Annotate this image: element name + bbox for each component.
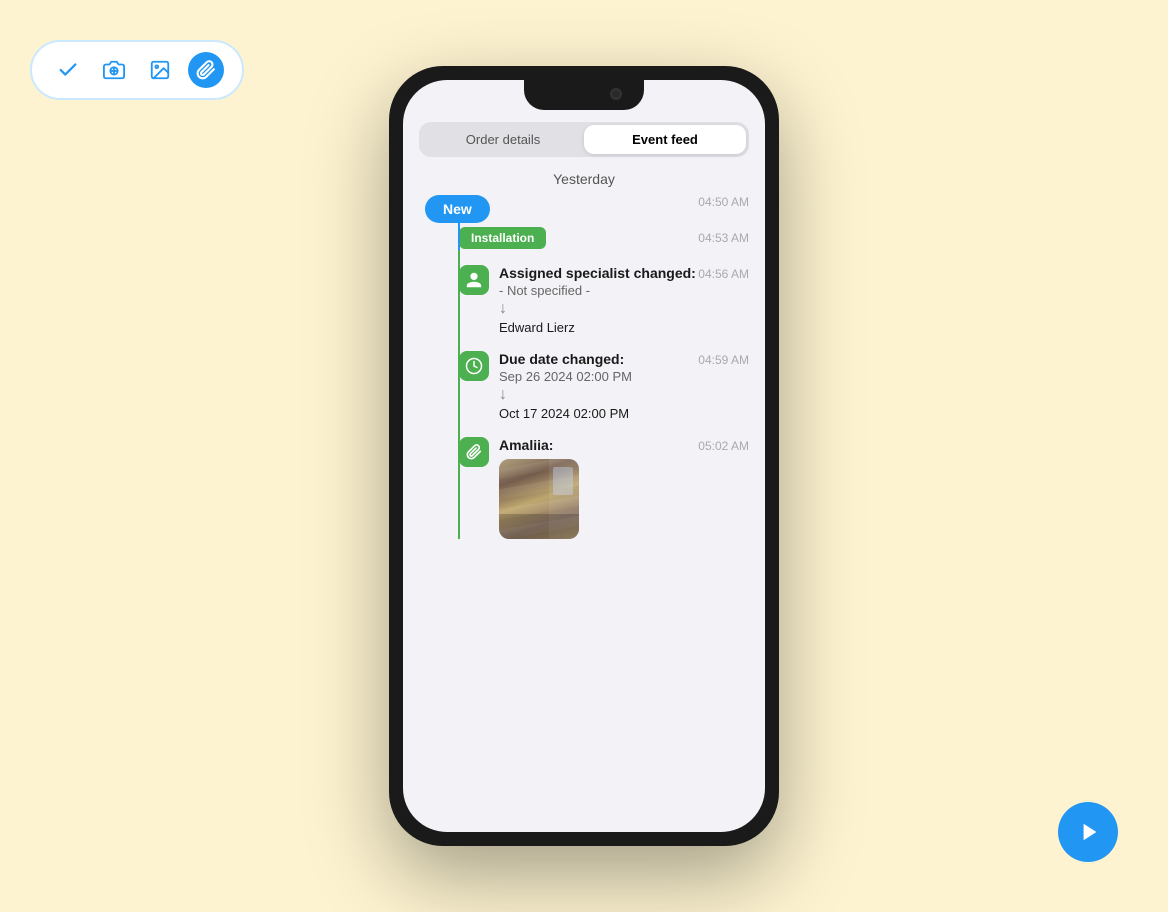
specialist-icon — [459, 265, 489, 295]
phone-screen: Order details Event feed Yesterday New 0… — [403, 80, 765, 832]
specialist-event-row: Assigned specialist changed: - Not speci… — [459, 265, 749, 335]
phone-frame: Order details Event feed Yesterday New 0… — [389, 66, 779, 846]
specialist-from: - Not specified - — [499, 283, 696, 298]
photo-thumbnail[interactable] — [499, 459, 579, 539]
specialist-to: Edward Lierz — [499, 320, 696, 335]
due-date-text: Due date changed: Sep 26 2024 02:00 PM ↓… — [499, 351, 632, 421]
installation-time: 04:53 AM — [698, 231, 749, 245]
paperclip-icon[interactable] — [188, 52, 224, 88]
new-badge: New — [425, 195, 490, 223]
specialist-text: Assigned specialist changed: - Not speci… — [499, 265, 696, 335]
due-date-time: 04:59 AM — [698, 351, 749, 367]
camera-add-icon[interactable] — [96, 52, 132, 88]
play-button[interactable] — [1058, 802, 1118, 862]
specialist-time: 04:56 AM — [698, 265, 749, 281]
tab-event-feed[interactable]: Event feed — [584, 125, 746, 154]
new-badge-row: New 04:50 AM — [459, 195, 749, 209]
installation-tag: Installation — [459, 227, 546, 249]
due-date-icon — [459, 351, 489, 381]
due-date-arrow: ↓ — [499, 386, 632, 404]
due-date-event-content: Due date changed: Sep 26 2024 02:00 PM ↓… — [459, 351, 698, 421]
due-date-event-row: Due date changed: Sep 26 2024 02:00 PM ↓… — [459, 351, 749, 421]
camera-lens — [610, 88, 622, 100]
attachment-icon — [459, 437, 489, 467]
toolbar — [30, 40, 244, 100]
attachment-event-content: Amaliia: — [459, 437, 698, 539]
new-badge-time: 04:50 AM — [698, 195, 749, 209]
specialist-arrow: ↓ — [499, 300, 696, 318]
tab-bar: Order details Event feed — [419, 122, 749, 157]
due-date-from: Sep 26 2024 02:00 PM — [499, 369, 632, 384]
date-header: Yesterday — [403, 157, 765, 195]
tab-order-details[interactable]: Order details — [422, 125, 584, 154]
event-feed: Yesterday New 04:50 AM Installation — [403, 157, 765, 832]
attachment-event-row: Amaliia: 05:02 AM — [459, 437, 749, 539]
due-date-to: Oct 17 2024 02:00 PM — [499, 406, 632, 421]
phone-notch — [524, 80, 644, 110]
green-timeline-line — [458, 250, 460, 539]
attachment-text: Amaliia: — [499, 437, 579, 539]
attachment-author: Amaliia: — [499, 437, 579, 453]
due-date-title: Due date changed: — [499, 351, 632, 367]
check-icon[interactable] — [50, 52, 86, 88]
attachment-time: 05:02 AM — [698, 437, 749, 453]
specialist-event-content: Assigned specialist changed: - Not speci… — [459, 265, 698, 335]
specialist-title: Assigned specialist changed: — [499, 265, 696, 281]
image-icon[interactable] — [142, 52, 178, 88]
installation-row: Installation 04:53 AM — [459, 227, 749, 249]
